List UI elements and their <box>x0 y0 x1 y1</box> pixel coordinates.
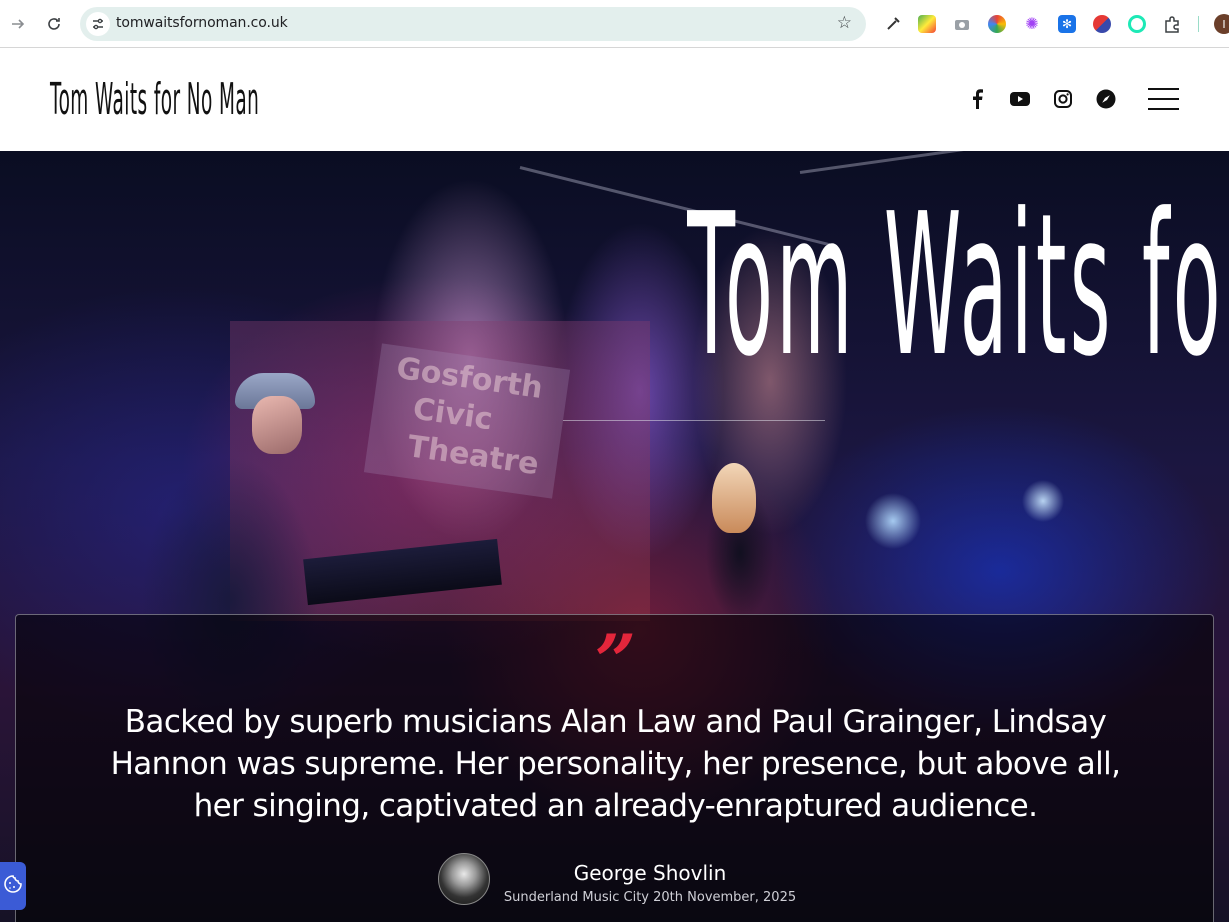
hero-banner: Gosforth Civic Theatre Tom Waits for No … <box>0 151 1229 922</box>
flag-extension-icon[interactable] <box>1093 15 1111 33</box>
extensions-puzzle-icon[interactable] <box>1163 15 1181 33</box>
profile-avatar[interactable]: I <box>1214 14 1229 34</box>
url-text[interactable]: tomwaitsfornoman.co.uk <box>116 15 288 31</box>
site-info-icon[interactable] <box>86 12 110 36</box>
review-card: ” Backed by superb musicians Alan Law an… <box>15 614 1214 922</box>
quote-mark-icon: ” <box>594 618 637 703</box>
hamburger-menu-icon[interactable] <box>1148 88 1180 110</box>
eyedropper-extension-icon[interactable] <box>884 15 902 33</box>
instagram-icon[interactable] <box>1052 88 1074 110</box>
pianist-head <box>252 396 302 454</box>
address-bar[interactable]: tomwaitsfornoman.co.uk ☆ <box>80 7 866 41</box>
sparkle-extension-icon[interactable]: ✺ <box>1023 15 1041 33</box>
lighting-truss <box>799 151 999 174</box>
snowflake-extension-icon[interactable]: ✻ <box>1058 15 1076 33</box>
compass-icon[interactable] <box>1095 88 1117 110</box>
site-header: Tom Waits for No Man <box>0 48 1229 151</box>
facebook-icon[interactable] <box>966 88 988 110</box>
cookie-icon <box>3 874 23 898</box>
reviewer-source: Sunderland Music City 20th November, 202… <box>503 890 797 905</box>
reviewer-name: George Shovlin <box>573 861 727 885</box>
browser-toolbar: tomwaitsfornoman.co.uk ☆ ✺ ✻ I <box>0 0 1229 48</box>
image-extension-icon[interactable] <box>918 15 936 33</box>
forward-arrow-icon[interactable] <box>6 12 30 36</box>
hero-divider <box>563 420 825 421</box>
bookmark-star-icon[interactable]: ☆ <box>837 13 852 33</box>
singer-hair <box>712 463 756 533</box>
youtube-icon[interactable] <box>1009 88 1031 110</box>
reload-icon[interactable] <box>42 12 66 36</box>
color-wheel-extension-icon[interactable] <box>988 15 1006 33</box>
reviewer-avatar <box>438 853 490 905</box>
cookie-settings-button[interactable] <box>0 862 26 910</box>
toolbar-divider <box>1198 16 1199 32</box>
hero-title-container: Tom Waits for No Man <box>0 181 1229 401</box>
review-quote: Backed by superb musicians Alan Law and … <box>110 704 1121 824</box>
site-logo[interactable]: Tom Waits for No Man <box>50 74 259 126</box>
hero-title: Tom Waits for No Man <box>687 172 1229 400</box>
camera-extension-icon[interactable] <box>953 15 971 33</box>
circle-extension-icon[interactable] <box>1128 15 1146 33</box>
sign-line: Theatre <box>405 429 541 483</box>
